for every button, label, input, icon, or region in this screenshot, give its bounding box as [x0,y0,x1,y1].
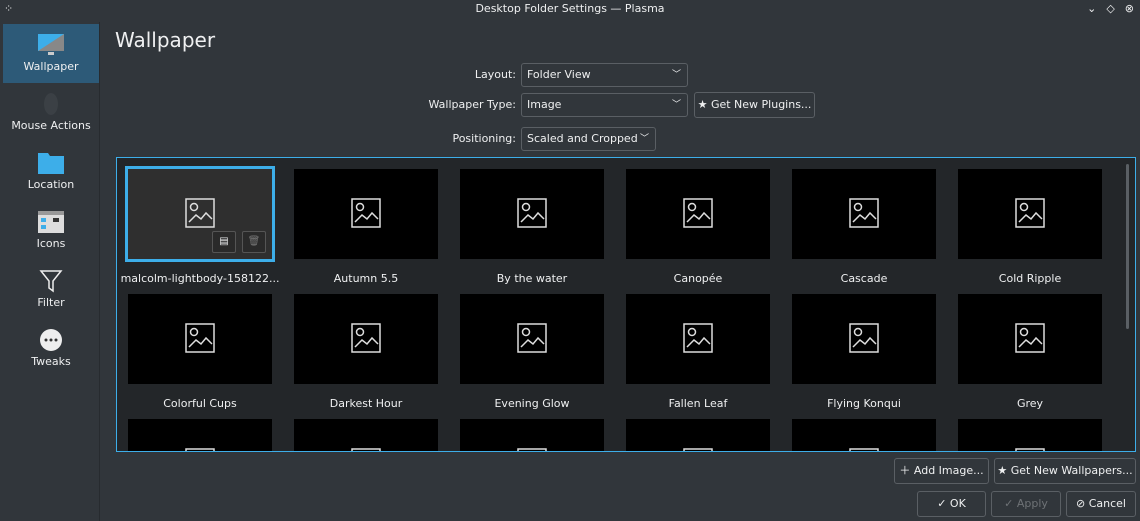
wallpaper-thumbnail[interactable]: ▤ 🗑 [125,166,275,262]
page-title: Wallpaper [115,28,216,52]
delete-button[interactable]: 🗑 [242,231,266,253]
wallpaper-label: Cold Ripple [998,272,1062,285]
wallpaper-type-label: Wallpaper Type: [428,98,517,111]
cancel-icon: ⊘ [1076,497,1086,510]
wallpaper-thumbnail[interactable] [294,294,438,384]
star-icon: ★ [997,464,1008,477]
wallpaper-thumbnail[interactable] [460,169,604,259]
wallpaper-thumbnail[interactable] [958,419,1102,451]
wallpaper-label: Fallen Leaf [668,397,728,410]
get-new-plugins-button[interactable]: ★ Get New Plugins... [694,92,815,118]
window-title: Desktop Folder Settings — Plasma [475,2,665,15]
wallpaper-label: Darkest Hour [329,397,403,410]
wallpaper-thumbnail[interactable] [626,419,770,451]
positioning-select[interactable]: Scaled and Cropped ﹀ [521,127,656,151]
wallpaper-label: Grey [1016,397,1044,410]
sidebar-item-mouse-actions[interactable]: Mouse Actions [3,83,99,142]
wallpaper-thumbnail[interactable] [294,419,438,451]
wallpaper-thumbnail[interactable] [128,294,272,384]
cancel-button[interactable]: ⊘ Cancel [1066,491,1136,517]
star-icon: ★ [697,98,708,111]
folder-icon: ▤ [219,236,229,247]
wallpaper-label: By the water [496,272,568,285]
check-icon: ✓ [1004,497,1014,510]
wallpaper-label: Colorful Cups [163,397,237,410]
sidebar-item-location[interactable]: Location [3,142,99,201]
wallpaper-label: Autumn 5.5 [333,272,399,285]
image-icon [683,198,713,228]
maximize-icon[interactable]: ◇ [1106,0,1114,18]
mouse-icon [44,93,58,115]
image-icon [683,323,713,353]
image-icon [185,198,215,228]
image-icon [185,448,215,451]
image-icon [849,198,879,228]
wallpaper-thumbnail[interactable] [460,419,604,451]
image-icon [351,198,381,228]
tweaks-icon [40,329,62,351]
chevron-down-icon: ﹀ [671,70,681,80]
wallpaper-label: malcolm-lightbody-158122... [120,272,280,285]
image-icon [517,323,547,353]
wallpaper-thumbnail[interactable] [792,169,936,259]
image-icon [683,448,713,451]
sidebar-item-tweaks[interactable]: Tweaks [3,319,99,378]
app-icon: ⁘ [4,2,14,15]
wallpaper-thumbnail[interactable] [460,294,604,384]
apply-button[interactable]: ✓ Apply [991,491,1061,517]
wallpaper-thumbnail[interactable] [294,169,438,259]
wallpaper-thumbnail[interactable] [958,169,1102,259]
minimize-icon[interactable]: ⌄ [1087,0,1096,18]
wallpaper-thumbnail[interactable] [958,294,1102,384]
wallpaper-label: Evening Glow [494,397,570,410]
wallpaper-thumbnail[interactable] [626,294,770,384]
image-icon [1015,198,1045,228]
image-icon [849,448,879,451]
close-icon[interactable]: ⊗ [1125,0,1134,18]
add-image-button[interactable]: ＋ Add Image... [894,458,989,484]
check-icon: ✓ [937,497,947,510]
wallpaper-grid[interactable]: ▤ 🗑 malcolm-lightbody-158122... Autumn 5.5 B… [116,157,1136,452]
wallpaper-thumbnail[interactable] [792,419,936,451]
wallpaper-thumbnail[interactable] [792,294,936,384]
get-new-wallpapers-button[interactable]: ★ Get New Wallpapers... [994,458,1136,484]
image-icon [351,448,381,451]
image-icon [517,448,547,451]
chevron-down-icon: ﹀ [671,100,681,110]
layout-label: Layout: [474,68,516,81]
sidebar-item-filter[interactable]: Filter [3,260,99,319]
title-bar: ⁘ Desktop Folder Settings — Plasma ⌄ ◇ ⊗ [0,0,1140,18]
wallpaper-type-select[interactable]: Image ﹀ [521,93,688,117]
layout-select[interactable]: Folder View ﹀ [521,63,688,87]
wallpaper-label: Canopée [673,272,723,285]
wallpaper-thumbnail[interactable] [626,169,770,259]
trash-icon: 🗑 [247,236,261,247]
icons-icon [38,211,64,233]
image-icon [849,323,879,353]
wallpaper-label: Flying Konqui [827,397,901,410]
sidebar-item-wallpaper[interactable]: Wallpaper [3,24,99,83]
sidebar: Wallpaper Mouse Actions Location Icons F… [0,22,100,521]
wallpaper-thumbnail[interactable] [128,419,272,451]
image-icon [1015,323,1045,353]
filter-icon [39,270,63,293]
positioning-label: Positioning: [452,132,516,145]
folder-icon [38,153,64,174]
monitor-icon [38,34,64,55]
image-icon [1015,448,1045,451]
open-folder-button[interactable]: ▤ [212,231,236,253]
image-icon [517,198,547,228]
image-icon [185,323,215,353]
sidebar-item-icons[interactable]: Icons [3,201,99,260]
image-icon [351,323,381,353]
scrollbar[interactable] [1126,164,1129,329]
ok-button[interactable]: ✓ OK [917,491,986,517]
chevron-down-icon: ﹀ [639,134,649,144]
wallpaper-label: Cascade [840,272,888,285]
plus-icon: ＋ [899,464,911,477]
